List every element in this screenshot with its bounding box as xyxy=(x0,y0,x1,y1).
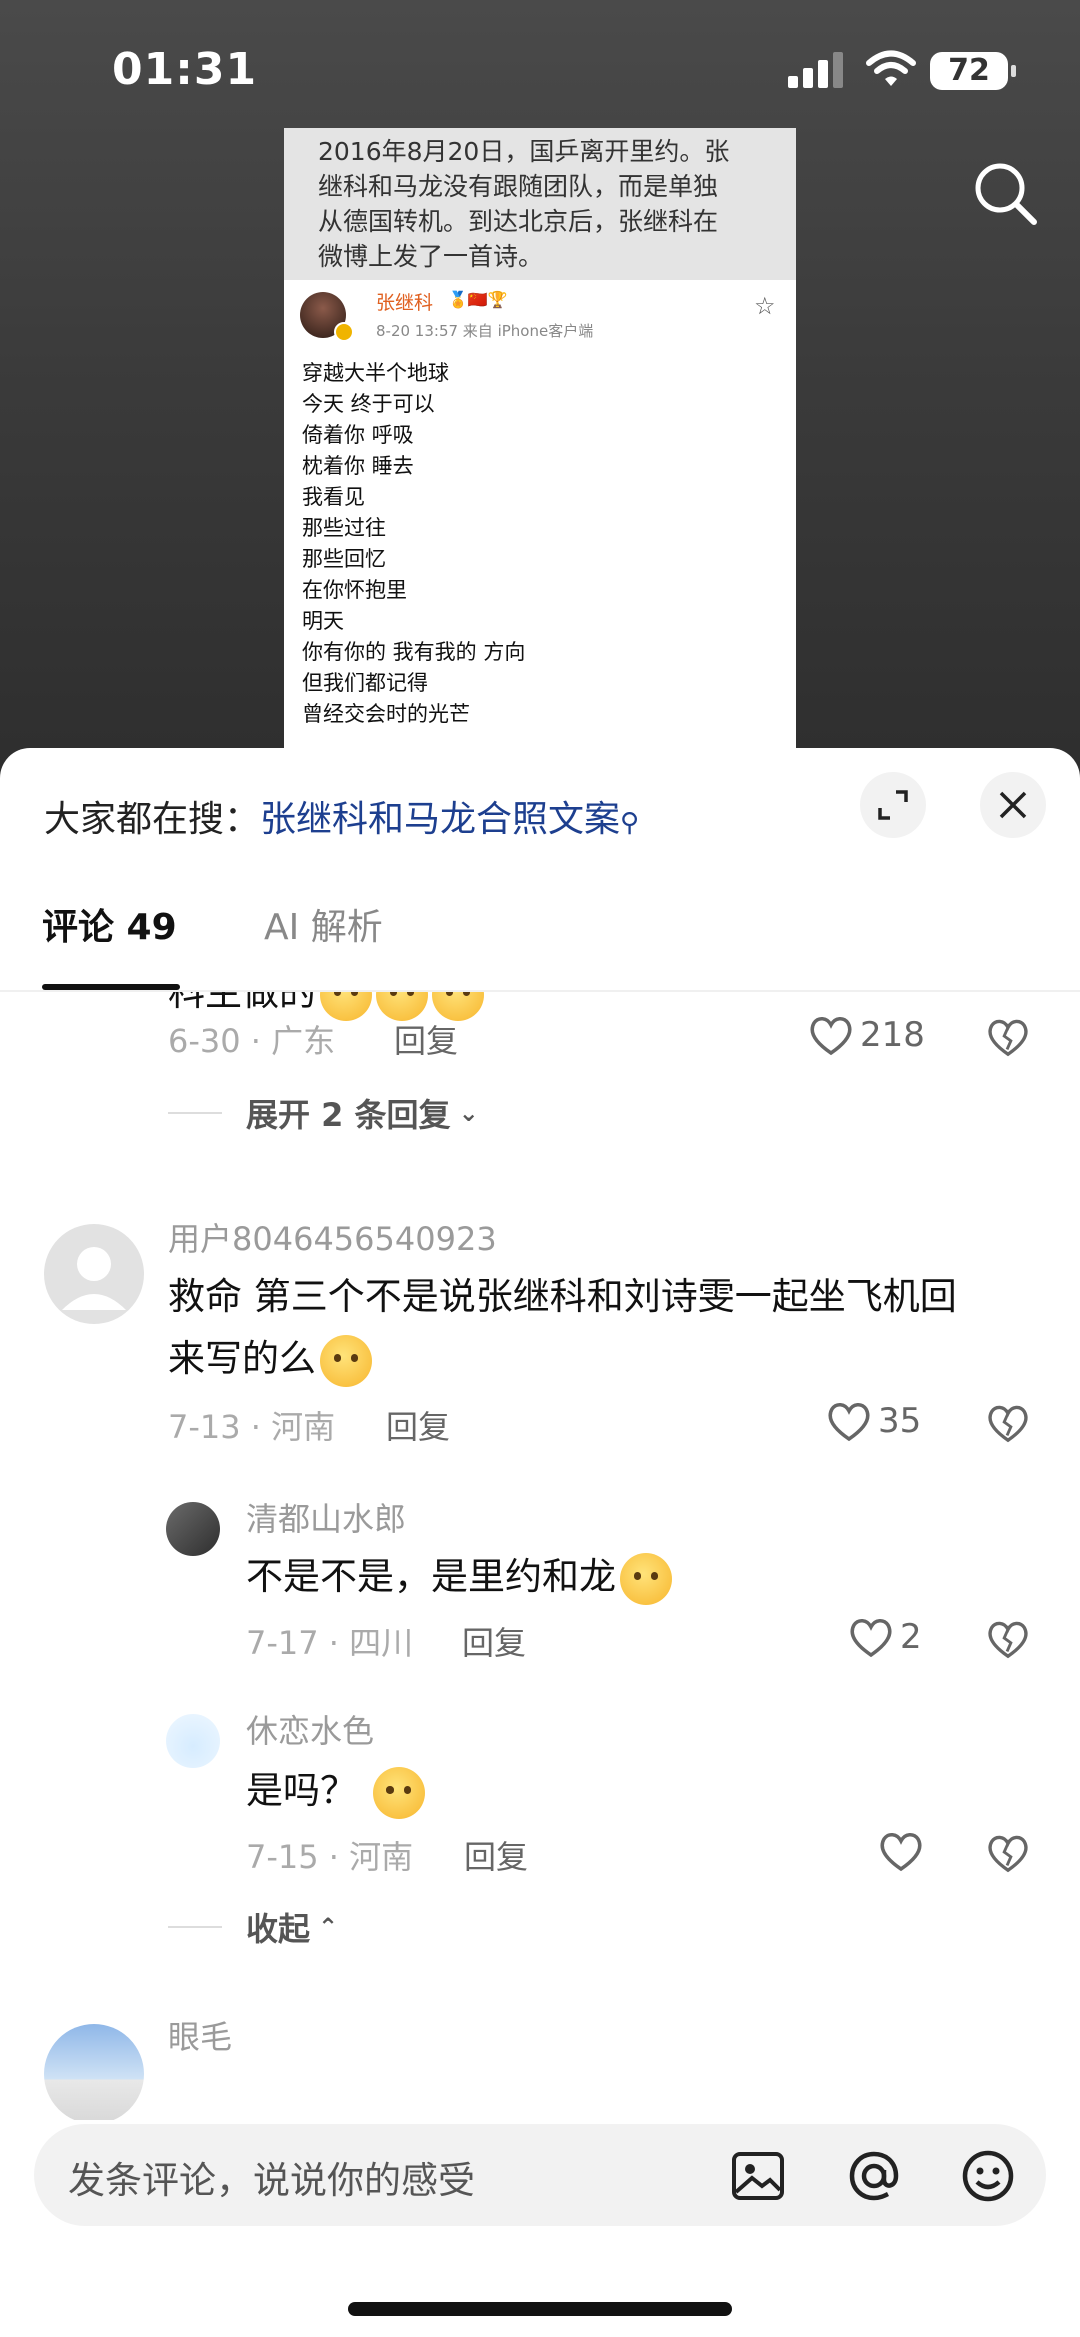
hot-search-link[interactable]: 张继科和马龙合照文案 xyxy=(260,799,620,840)
poem-line: 穿越大半个地球 xyxy=(302,361,449,385)
expand-icon xyxy=(878,790,908,820)
reply-meta: 7-15 · 河南 xyxy=(246,1838,414,1876)
poem-text: 穿越大半个地球 今天 终于可以 倚着你 呼吸 枕着你 睡去 我看见 那些过往 那… xyxy=(284,354,796,788)
dislike-icon[interactable] xyxy=(986,1402,1030,1444)
image-caption: 2016年8月20日，国乒离开里约。张 继科和马龙没有跟随团队，而是单独 从德国… xyxy=(284,128,796,280)
verified-badge-icon xyxy=(334,322,354,342)
dislike-icon[interactable] xyxy=(986,1016,1030,1058)
poem-line: 明天 xyxy=(302,609,344,633)
collapse-label: 收起 xyxy=(246,1910,311,1948)
chevron-down-icon: ⌄ xyxy=(458,1099,479,1127)
close-icon xyxy=(999,791,1027,819)
reply-button[interactable]: 回复 xyxy=(386,1402,450,1448)
avatar[interactable] xyxy=(44,1224,144,1324)
reply-username[interactable]: 清都山水郎 xyxy=(246,1494,406,1540)
close-button[interactable] xyxy=(980,772,1046,838)
comment-input-placeholder[interactable]: 发条评论，说说你的感受 xyxy=(68,2150,475,2204)
poem-line: 倚着你 呼吸 xyxy=(302,423,414,447)
like-count: 218 xyxy=(860,1015,925,1055)
tab-comments[interactable]: 评论 49 xyxy=(42,898,177,958)
comment-username[interactable]: 眼毛 xyxy=(168,2012,232,2058)
weibo-username: 张继科 xyxy=(376,292,434,314)
expand-replies-label: 展开 2 条回复 xyxy=(246,1096,451,1134)
signal-icon xyxy=(788,52,843,88)
heart-icon xyxy=(828,1403,870,1442)
weibo-header: 张继科 🏅🇨🇳🏆 8-20 13:57 来自 iPhone客户端 ☆ xyxy=(284,280,796,354)
caption-line: 从德国转机。到达北京后，张继科在 xyxy=(318,207,719,236)
comment-meta: 6-30 · 广东 xyxy=(168,1022,336,1060)
weibo-meta: 8-20 13:57 来自 iPhone客户端 xyxy=(376,322,594,340)
poem-line: 今天 终于可以 xyxy=(302,392,435,416)
hot-search[interactable]: 大家都在搜：张继科和马龙合照文案⚲ xyxy=(44,790,639,842)
poem-line: 但我们都记得 xyxy=(302,671,428,695)
image-icon[interactable] xyxy=(728,2146,788,2206)
default-avatar-icon xyxy=(62,1247,126,1310)
caption-line: 继科和马龙没有跟随团队，而是单独 xyxy=(318,172,719,201)
reply-text: 是吗？ xyxy=(246,1760,425,1822)
like-button[interactable]: 218 xyxy=(808,1014,925,1056)
poem-line: 曾经交会时的光芒 xyxy=(302,702,470,726)
dislike-icon[interactable] xyxy=(986,1832,1030,1874)
caption-line: 2016年8月20日，国乒离开里约。张 xyxy=(318,137,730,166)
comment-input-bar[interactable]: 发条评论，说说你的感受 xyxy=(34,2124,1046,2226)
comment-sheet: 大家都在搜：张继科和马龙合照文案⚲ 评论 49 AI 解析 科主做的 6-30 … xyxy=(0,748,1080,2337)
avatar[interactable] xyxy=(44,2024,144,2120)
reply-button[interactable]: 回复 xyxy=(464,1832,528,1878)
like-button[interactable]: 35 xyxy=(826,1400,921,1442)
status-bar: 01:31 72 xyxy=(0,0,1080,140)
expand-replies-button[interactable]: 展开 2 条回复 ⌄ xyxy=(168,1090,479,1136)
like-count: 35 xyxy=(878,1401,922,1441)
like-count: 2 xyxy=(900,1617,922,1657)
expand-button[interactable] xyxy=(860,772,926,838)
collapse-replies-button[interactable]: 收起 ⌃ xyxy=(168,1904,338,1950)
comment-text: 救命 第三个不是说张继科和刘诗雯一起坐飞机回 xyxy=(168,1275,957,1318)
reply-button[interactable]: 回复 xyxy=(462,1618,526,1664)
heart-icon xyxy=(810,1017,852,1056)
comment-meta: 7-13 · 河南 xyxy=(168,1408,336,1446)
star-icon: ☆ xyxy=(754,292,776,320)
poem-line: 你有你的 我有我的 方向 xyxy=(302,640,526,664)
poem-line: 那些过往 xyxy=(302,516,386,540)
battery-indicator: 72 xyxy=(930,52,1016,90)
medal-icons: 🏅🇨🇳🏆 xyxy=(448,290,508,309)
search-icon[interactable] xyxy=(970,158,1040,228)
dislike-icon[interactable] xyxy=(986,1618,1030,1660)
avatar[interactable] xyxy=(166,1714,220,1768)
heart-icon[interactable] xyxy=(878,1830,924,1872)
reply-meta: 7-17 · 四川 xyxy=(246,1624,414,1662)
poem-line: 在你怀抱里 xyxy=(302,578,407,602)
comment-text-line2: 来写的么 xyxy=(168,1328,372,1390)
clock: 01:31 xyxy=(112,44,258,95)
emoji-icon xyxy=(620,1552,672,1605)
caption-line: 微博上发了一首诗。 xyxy=(318,242,544,271)
at-mention-icon[interactable] xyxy=(844,2146,904,2206)
wifi-icon xyxy=(866,50,916,86)
poem-line: 我看见 xyxy=(302,485,365,509)
like-button[interactable]: 2 xyxy=(848,1616,922,1658)
poem-line: 那些回忆 xyxy=(302,547,386,571)
hot-search-prefix: 大家都在搜： xyxy=(44,799,261,840)
search-small-icon: ⚲ xyxy=(620,808,640,838)
avatar[interactable] xyxy=(166,1502,220,1556)
heart-icon xyxy=(850,1619,892,1658)
comment-list[interactable]: 科主做的 6-30 · 广东 回复 218 展开 2 条回复 ⌄ 用户804645… xyxy=(0,992,1080,2120)
emoji-picker-icon[interactable] xyxy=(958,2146,1018,2206)
emoji-icon xyxy=(372,1766,425,1819)
emoji-icon xyxy=(320,1334,372,1387)
reply-button[interactable]: 回复 xyxy=(394,1016,458,1062)
chevron-up-icon: ⌃ xyxy=(318,1913,339,1941)
tab-bar: 评论 49 AI 解析 xyxy=(0,898,1080,988)
tab-ai-analysis[interactable]: AI 解析 xyxy=(264,898,383,958)
post-image[interactable]: 2016年8月20日，国乒离开里约。张 继科和马龙没有跟随团队，而是单独 从德国… xyxy=(284,128,796,788)
comment-username[interactable]: 用户8046456540923 xyxy=(168,1214,497,1260)
poem-line: 枕着你 睡去 xyxy=(302,454,414,478)
reply-text: 不是不是，是里约和龙 xyxy=(246,1546,672,1608)
reply-username[interactable]: 休恋水色 xyxy=(246,1706,374,1752)
home-indicator[interactable] xyxy=(348,2302,732,2316)
